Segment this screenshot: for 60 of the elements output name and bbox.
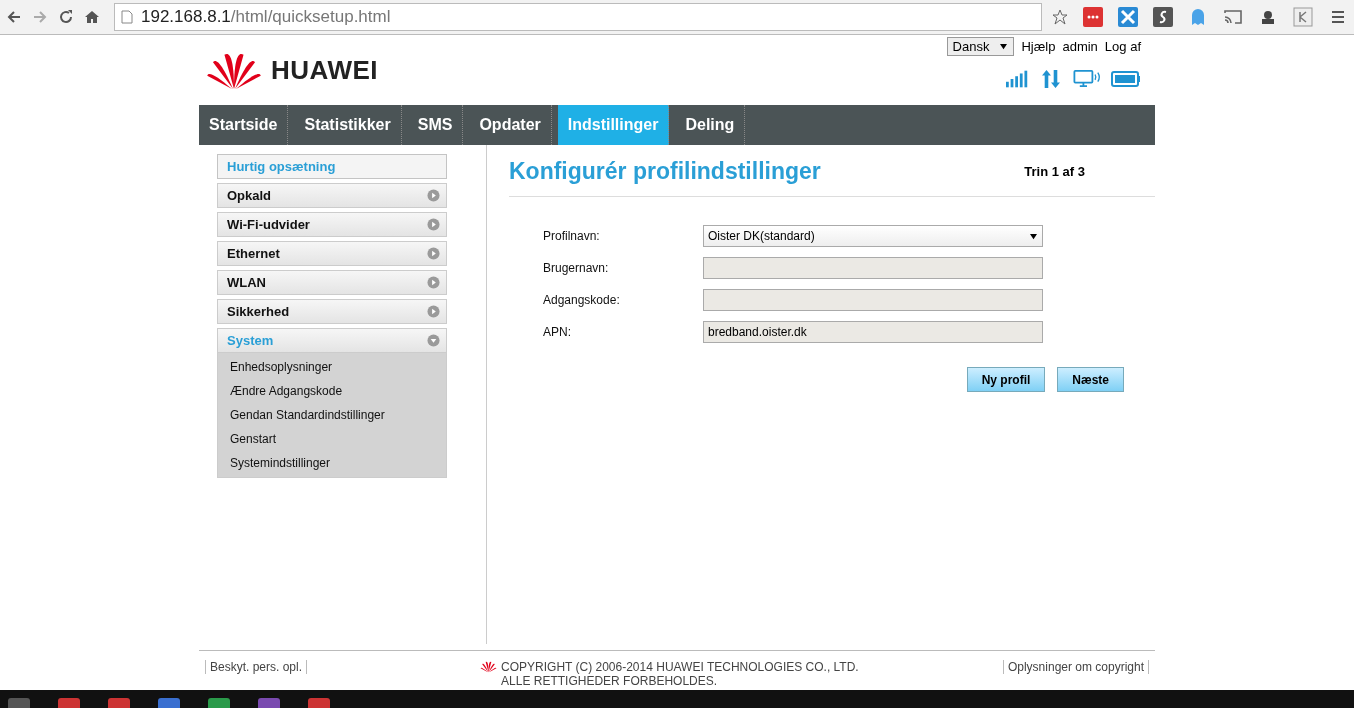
cast-icon[interactable] — [1223, 7, 1243, 27]
submenu-item[interactable]: Enhedsoplysninger — [230, 355, 446, 379]
chevron-right-icon — [427, 247, 440, 260]
field-label: Adgangskode: — [543, 293, 621, 307]
sidebar-item[interactable]: Wi-Fi-udvider — [217, 212, 447, 237]
back-icon[interactable] — [6, 9, 22, 25]
caret-icon — [1029, 232, 1038, 240]
submenu-item[interactable]: Systemindstillinger — [230, 451, 446, 475]
nav-tab[interactable]: Deling — [675, 105, 746, 145]
extension-icon[interactable] — [1153, 7, 1173, 27]
profile-dropdown[interactable]: Oister DK(standard) — [703, 225, 1043, 247]
privacy-link[interactable]: Beskyt. pers. opl. — [205, 660, 308, 674]
submenu-item[interactable]: Gendan Standardindstillinger — [230, 403, 446, 427]
copyright-link[interactable]: Oplysninger om copyright — [1002, 660, 1149, 674]
forward-icon[interactable] — [32, 9, 48, 25]
header-link[interactable]: admin — [1062, 39, 1098, 54]
taskbar-icon[interactable] — [158, 698, 180, 708]
step-indicator: Trin 1 af 3 — [1024, 163, 1085, 179]
star-icon[interactable] — [1052, 9, 1068, 25]
sidebar-item[interactable]: Ethernet — [217, 241, 447, 266]
field-label: APN: — [543, 325, 572, 339]
battery-icon — [1111, 70, 1141, 88]
submenu-item[interactable]: Genstart — [230, 427, 446, 451]
page-title: Konfigurér profilindstillinger — [509, 157, 821, 185]
chevron-right-icon — [427, 189, 440, 202]
logo-icon — [480, 660, 498, 673]
nav-tab[interactable]: Statistikker — [294, 105, 402, 145]
home-icon[interactable] — [84, 9, 100, 25]
action-button[interactable]: Ny profil — [966, 367, 1046, 392]
sidebar-item[interactable]: Sikkerhed — [217, 299, 447, 324]
copyright-text: ALLE RETTIGHEDER FORBEHOLDES. — [501, 674, 719, 688]
nav-tab[interactable]: SMS — [407, 105, 464, 145]
extension-icon[interactable] — [1118, 7, 1138, 27]
action-button[interactable]: Næste — [1057, 367, 1124, 392]
chevron-down-icon — [427, 334, 440, 347]
field-label: Profilnavn: — [543, 229, 601, 243]
nav-tab[interactable]: Opdater — [469, 105, 552, 145]
url-path: /html/quicksetup.html — [230, 7, 391, 27]
url-host: 192.168.8.1 — [141, 7, 231, 27]
chevron-right-icon — [427, 276, 440, 289]
caret-icon — [999, 43, 1009, 50]
signal-icon — [1006, 70, 1030, 88]
copyright-text: COPYRIGHT (C) 2006-2014 HUAWEI TECHNOLOGIES CO., LTD. — [501, 660, 859, 674]
brand-wordmark: HUAWEI — [271, 54, 378, 86]
submenu-item[interactable]: Ændre Adgangskode — [230, 379, 446, 403]
chevron-right-icon — [427, 218, 440, 231]
extension-icon[interactable] — [1083, 7, 1103, 27]
taskbar-icon[interactable] — [208, 698, 230, 708]
computer-icon — [1072, 70, 1102, 88]
address-bar[interactable]: 192.168.8.1/html/quicksetup.html — [114, 3, 1042, 31]
language-dropdown[interactable]: Dansk — [946, 37, 1015, 56]
header-link[interactable]: Log af — [1104, 39, 1141, 54]
chevron-right-icon — [427, 305, 440, 318]
sidebar-item[interactable]: Opkald — [217, 183, 447, 208]
reload-icon[interactable] — [58, 9, 74, 25]
nav-tab[interactable]: Startside — [199, 105, 289, 145]
page-icon — [121, 10, 133, 24]
sidebar-item[interactable]: WLAN — [217, 270, 447, 295]
field-label: Brugernavn: — [543, 261, 610, 275]
header-link[interactable]: Hjælp — [1021, 39, 1056, 54]
